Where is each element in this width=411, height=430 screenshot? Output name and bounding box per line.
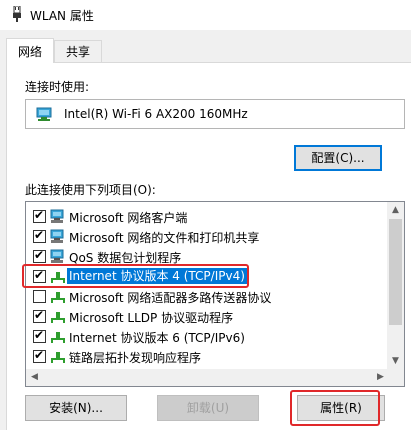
list-item[interactable]: ✔ 链路层拓扑发现响应程序 <box>26 346 386 366</box>
network-client-icon <box>50 209 64 223</box>
item-checkbox[interactable]: ✔ <box>33 228 46 243</box>
item-label: Internet 协议版本 6 (TCP/IPv6) <box>69 331 245 345</box>
item-checkbox[interactable]: ✔ <box>33 308 46 323</box>
item-label: Microsoft 网络客户端 <box>69 211 188 225</box>
item-checkbox[interactable]: ✔ <box>33 208 46 223</box>
highlight-annotation <box>290 390 380 426</box>
tab-network[interactable]: 网络 <box>6 38 54 63</box>
network-adapter-icon <box>36 107 52 121</box>
item-checkbox[interactable]: ✔ <box>33 348 46 363</box>
title-bar: WLAN 属性 <box>0 0 411 30</box>
qos-icon <box>50 249 64 263</box>
item-label: 链路层拓扑发现响应程序 <box>69 351 202 365</box>
uninstall-button[interactable]: 卸载(U) <box>157 395 259 421</box>
protocol-icon <box>51 312 65 323</box>
components-list[interactable]: ✔ Microsoft 网络客户端 ✔ Microsoft 网络的文件和打印机共… <box>25 201 405 387</box>
list-item[interactable]: ✔ QoS 数据包计划程序 <box>26 246 386 266</box>
item-label: Microsoft LLDP 协议驱动程序 <box>69 311 234 325</box>
list-item[interactable]: Microsoft 网络适配器多路传送器协议 <box>26 286 386 306</box>
list-item[interactable]: ✔ Microsoft 网络的文件和打印机共享 <box>26 226 386 246</box>
items-label: 此连接使用下列项目(O): <box>25 183 156 197</box>
protocol-icon <box>51 352 65 363</box>
adapter-name: Intel(R) Wi-Fi 6 AX200 160MHz <box>64 107 248 121</box>
connect-using-label: 连接时使用: <box>25 80 90 94</box>
vertical-scrollbar[interactable]: ▲ ▼ <box>387 202 404 370</box>
adapter-field: Intel(R) Wi-Fi 6 AX200 160MHz <box>25 99 405 129</box>
item-label: Microsoft 网络的文件和打印机共享 <box>69 231 260 245</box>
window-title: WLAN 属性 <box>30 9 94 23</box>
scroll-up-icon[interactable]: ▲ <box>387 202 404 219</box>
tab-sharing[interactable]: 共享 <box>54 40 102 62</box>
item-checkbox[interactable] <box>33 290 46 303</box>
tab-panel-network: 连接时使用: Intel(R) Wi-Fi 6 AX200 160MHz 配置(… <box>6 62 411 430</box>
configure-button[interactable]: 配置(C)... <box>294 145 382 171</box>
scroll-left-icon[interactable]: ◀ <box>26 369 43 386</box>
item-checkbox[interactable]: ✔ <box>33 248 46 263</box>
protocol-icon <box>51 332 65 343</box>
highlight-annotation <box>22 264 249 288</box>
scrollbar-corner <box>387 369 404 386</box>
horizontal-scrollbar[interactable]: ◀ ▶ <box>26 369 389 386</box>
scroll-thumb[interactable] <box>389 219 402 325</box>
network-adapter-icon <box>13 6 21 22</box>
protocol-icon <box>51 292 65 303</box>
install-button[interactable]: 安装(N)... <box>25 395 127 421</box>
network-client-icon <box>50 229 64 243</box>
list-item[interactable]: ✔ Microsoft 网络客户端 <box>26 206 386 226</box>
list-item[interactable]: ✔ Microsoft LLDP 协议驱动程序 <box>26 306 386 326</box>
list-item[interactable]: ✔ Internet 协议版本 6 (TCP/IPv6) <box>26 326 386 346</box>
item-checkbox[interactable]: ✔ <box>33 328 46 343</box>
scroll-down-icon[interactable]: ▼ <box>387 353 404 370</box>
dialog-body: 网络 共享 连接时使用: Intel(R) Wi-Fi 6 AX200 160M… <box>0 30 411 430</box>
item-label: Microsoft 网络适配器多路传送器协议 <box>69 291 272 305</box>
